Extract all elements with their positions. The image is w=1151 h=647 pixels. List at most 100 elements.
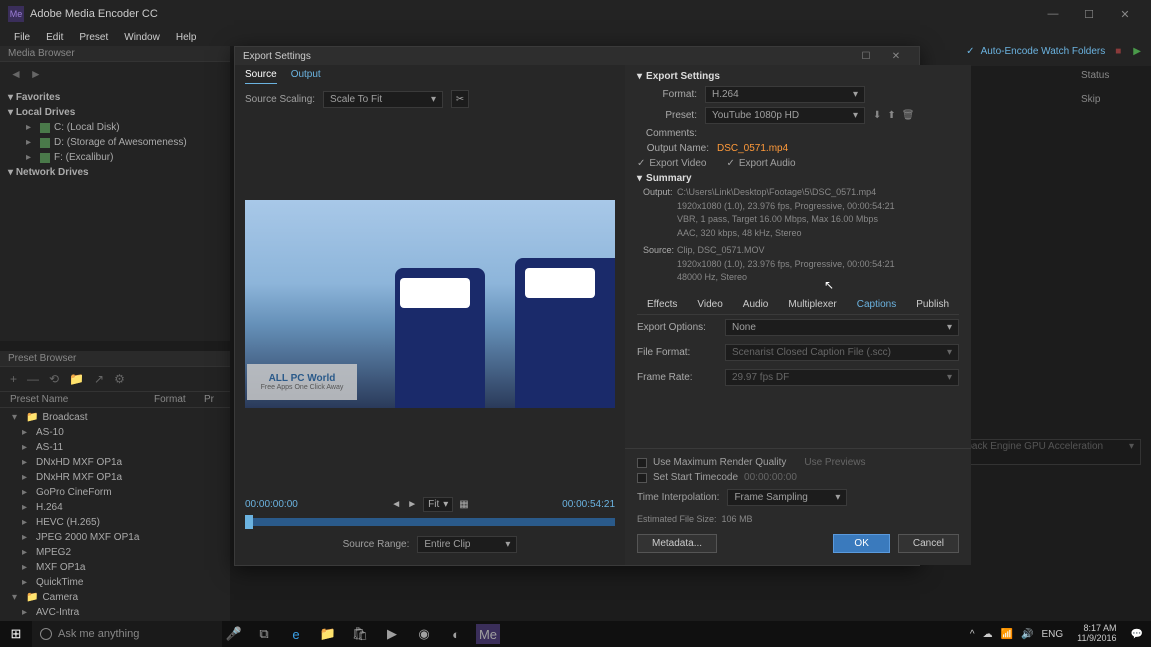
maximize-button[interactable]: ☐ bbox=[1071, 4, 1107, 24]
back-icon[interactable]: ◄ bbox=[10, 67, 22, 81]
tab-source[interactable]: Source bbox=[245, 69, 277, 84]
group-broadcast[interactable]: ▾📁 Broadcast bbox=[8, 410, 222, 425]
menu-edit[interactable]: Edit bbox=[40, 32, 69, 43]
drive-c[interactable]: ▸C: (Local Disk) bbox=[8, 120, 222, 135]
crop-icon[interactable]: ✂ bbox=[451, 90, 469, 108]
col-prefix[interactable]: Pr bbox=[204, 394, 220, 405]
media-encoder-task-icon[interactable]: Me bbox=[476, 624, 500, 644]
search-box[interactable]: Ask me anything bbox=[32, 621, 222, 647]
set-start-tc-checkbox[interactable] bbox=[637, 473, 647, 483]
preset-item[interactable]: ▸JPEG 2000 MXF OP1a bbox=[8, 530, 222, 545]
obs-icon[interactable]: ◐ bbox=[444, 624, 468, 644]
language-indicator[interactable]: ENG bbox=[1042, 629, 1064, 640]
export-audio-checkbox[interactable]: ✓ Export Audio bbox=[726, 158, 795, 169]
group-camera[interactable]: ▾📁 Camera bbox=[8, 590, 222, 605]
tree-favorites[interactable]: ▾ Favorites bbox=[8, 90, 222, 105]
menu-file[interactable]: File bbox=[8, 32, 36, 43]
task-view-icon[interactable]: ⧉ bbox=[252, 624, 276, 644]
file-format-dropdown[interactable]: Scenarist Closed Caption File (.scc)▾ bbox=[725, 344, 959, 361]
export-video-checkbox[interactable]: ✓ Export Video bbox=[637, 158, 706, 169]
tab-multiplexer[interactable]: Multiplexer bbox=[778, 295, 846, 314]
tab-publish[interactable]: Publish bbox=[906, 295, 959, 314]
import-preset-icon[interactable]: ⬆ bbox=[887, 110, 895, 121]
step-fwd-icon[interactable]: ► bbox=[407, 499, 417, 510]
preset-item[interactable]: ▸H.264 bbox=[8, 500, 222, 515]
tray-up-icon[interactable]: ^ bbox=[970, 629, 975, 640]
preset-item[interactable]: ▸MXF OP1a bbox=[8, 560, 222, 575]
preset-item[interactable]: ▸AS-10 bbox=[8, 425, 222, 440]
metadata-button[interactable]: Metadata... bbox=[637, 534, 717, 553]
preset-item[interactable]: ▸DNxHR MXF OP1a bbox=[8, 470, 222, 485]
timecode-start[interactable]: 00:00:00:00 bbox=[245, 499, 298, 510]
delete-preset-icon[interactable]: 🗑 bbox=[902, 110, 915, 121]
timeline-bar[interactable] bbox=[245, 518, 615, 526]
dialog-maximize-button[interactable]: ☐ bbox=[851, 51, 881, 62]
preset-item[interactable]: ▸QuickTime bbox=[8, 575, 222, 590]
preset-item[interactable]: ▸GoPro CineForm bbox=[8, 485, 222, 500]
ok-button[interactable]: OK bbox=[833, 534, 889, 553]
add-preset-icon[interactable]: + bbox=[10, 372, 17, 386]
mic-icon[interactable]: 🎤 bbox=[222, 624, 246, 644]
forward-icon[interactable]: ► bbox=[30, 67, 42, 81]
export-preset-icon[interactable]: ↗ bbox=[94, 372, 104, 386]
tab-captions[interactable]: Captions bbox=[847, 295, 906, 314]
minimize-button[interactable]: — bbox=[1035, 4, 1071, 24]
tab-audio[interactable]: Audio bbox=[733, 295, 779, 314]
clock[interactable]: 8:17 AM 11/9/2016 bbox=[1071, 624, 1122, 644]
drive-d[interactable]: ▸D: (Storage of Awesomeness) bbox=[8, 135, 222, 150]
onedrive-icon[interactable]: ☁ bbox=[983, 629, 993, 640]
preset-item[interactable]: ▸DNxHD MXF OP1a bbox=[8, 455, 222, 470]
format-dropdown[interactable]: H.264▾ bbox=[705, 86, 865, 103]
close-button[interactable]: ✕ bbox=[1107, 4, 1143, 24]
aspect-icon[interactable]: ▦ bbox=[459, 499, 468, 510]
notification-icon[interactable]: 💬 bbox=[1131, 629, 1143, 640]
step-back-icon[interactable]: ◄ bbox=[391, 499, 401, 510]
preset-item[interactable]: ▸AVC-Intra bbox=[8, 605, 222, 620]
export-settings-header[interactable]: ▾ Export Settings bbox=[637, 69, 959, 84]
movies-icon[interactable]: ▶ bbox=[380, 624, 404, 644]
fit-dropdown[interactable]: Fit▾ bbox=[423, 497, 453, 512]
source-scaling-dropdown[interactable]: Scale To Fit▾ bbox=[323, 91, 443, 108]
playhead[interactable] bbox=[245, 515, 253, 529]
tab-video[interactable]: Video bbox=[687, 295, 732, 314]
remove-preset-icon[interactable]: — bbox=[27, 372, 39, 386]
tree-local-drives[interactable]: ▾ Local Drives bbox=[8, 105, 222, 120]
drive-f[interactable]: ▸F: (Excalibur) bbox=[8, 150, 222, 165]
max-render-quality-checkbox[interactable] bbox=[637, 458, 647, 468]
export-options-dropdown[interactable]: None▾ bbox=[725, 319, 959, 336]
preset-item[interactable]: ▸MPEG2 bbox=[8, 545, 222, 560]
dialog-close-button[interactable]: ✕ bbox=[881, 51, 911, 62]
settings-icon[interactable]: ⚙ bbox=[114, 372, 125, 386]
preset-item[interactable]: ▸AS-11 bbox=[8, 440, 222, 455]
frame-rate-label: Frame Rate: bbox=[637, 372, 717, 383]
col-preset-name[interactable]: Preset Name bbox=[10, 394, 154, 405]
time-interp-dropdown[interactable]: Frame Sampling▾ bbox=[727, 489, 847, 506]
summary-header[interactable]: ▾ Summary bbox=[637, 171, 959, 186]
start-button[interactable]: ⊞ bbox=[0, 621, 32, 647]
save-preset-icon[interactable]: ⬇ bbox=[873, 110, 881, 121]
menu-window[interactable]: Window bbox=[118, 32, 166, 43]
tab-effects[interactable]: Effects bbox=[637, 295, 687, 314]
tab-output[interactable]: Output bbox=[291, 69, 321, 84]
output-name-link[interactable]: DSC_0571.mp4 bbox=[717, 143, 788, 154]
volume-icon[interactable]: 🔊 bbox=[1021, 629, 1033, 640]
tree-network-drives[interactable]: ▾ Network Drives bbox=[8, 165, 222, 180]
explorer-icon[interactable]: 📁 bbox=[316, 624, 340, 644]
frame-rate-dropdown[interactable]: 29.97 fps DF▾ bbox=[725, 369, 959, 386]
stop-button[interactable]: ■ bbox=[1115, 46, 1121, 57]
new-folder-icon[interactable]: 📁 bbox=[69, 372, 84, 386]
source-range-dropdown[interactable]: Entire Clip▾ bbox=[417, 536, 517, 553]
preset-dropdown[interactable]: YouTube 1080p HD▾ bbox=[705, 107, 865, 124]
menu-help[interactable]: Help bbox=[170, 32, 203, 43]
auto-encode-checkbox[interactable]: ✓ bbox=[966, 46, 974, 57]
menu-preset[interactable]: Preset bbox=[73, 32, 114, 43]
store-icon[interactable]: 🛍 bbox=[348, 624, 372, 644]
chrome-icon[interactable]: ◉ bbox=[412, 624, 436, 644]
edge-icon[interactable]: e bbox=[284, 624, 308, 644]
sync-icon[interactable]: ⟲ bbox=[49, 372, 59, 386]
play-button[interactable]: ▶ bbox=[1133, 46, 1141, 57]
col-format[interactable]: Format bbox=[154, 394, 204, 405]
network-icon[interactable]: 📶 bbox=[1001, 629, 1013, 640]
cancel-button[interactable]: Cancel bbox=[898, 534, 959, 553]
preset-item[interactable]: ▸HEVC (H.265) bbox=[8, 515, 222, 530]
